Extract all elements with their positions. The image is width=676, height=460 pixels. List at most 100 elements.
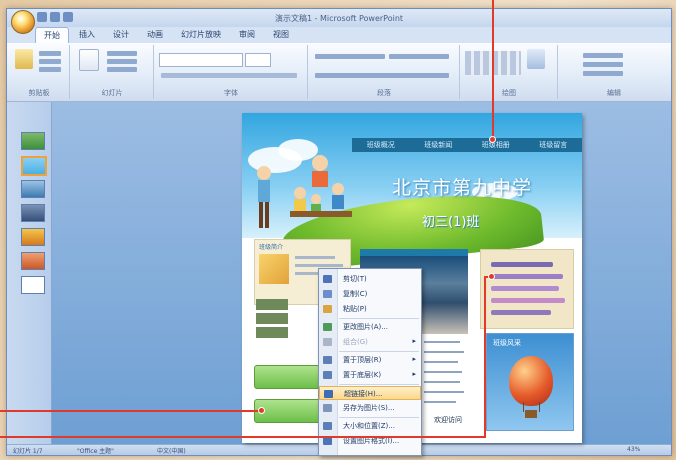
replace-icon[interactable]: [583, 62, 623, 67]
context-menu-item[interactable]: 置于底层(K) ▸: [319, 368, 421, 382]
slide-thumbnail[interactable]: [21, 132, 45, 150]
context-menu-item[interactable]: 另存为图片(S)...: [319, 401, 421, 415]
hot-air-balloon-icon: [509, 356, 553, 406]
annotation-line: [484, 276, 486, 438]
zoom-level[interactable]: 43%: [627, 446, 640, 453]
arrange-icon[interactable]: [527, 49, 545, 69]
list-line[interactable]: [424, 341, 460, 343]
slide-thumbnails-pane: [7, 102, 52, 445]
paragraph-group-label: 段落: [377, 89, 391, 97]
cut-icon[interactable]: [39, 51, 61, 56]
balloon-basket: [525, 410, 537, 418]
student-body: [332, 195, 344, 209]
context-menu-item[interactable]: 粘贴(P): [319, 302, 421, 316]
nav-item[interactable]: 班级相册: [482, 140, 510, 150]
editing-group: 编辑: [559, 45, 669, 99]
list-line[interactable]: [424, 351, 464, 353]
tab-home[interactable]: 开始: [35, 27, 69, 43]
new-slide-icon[interactable]: [79, 49, 99, 71]
slide-thumbnail-selected[interactable]: [21, 156, 47, 176]
select-icon[interactable]: [583, 71, 623, 76]
slide-nav-bar: 班级概况 班级新闻 班级相册 班级留言: [352, 138, 582, 152]
hyperlink-icon: [324, 390, 333, 398]
slide-thumbnail[interactable]: [21, 180, 45, 198]
nav-item[interactable]: 班级新闻: [424, 140, 452, 150]
tab-insert[interactable]: 插入: [71, 27, 103, 43]
balloon-box[interactable]: 班级风采: [486, 333, 574, 431]
menu-block[interactable]: [256, 299, 288, 310]
slide-thumbnail[interactable]: [21, 228, 45, 246]
paste-icon: [323, 305, 332, 313]
size-position-icon: [323, 422, 332, 430]
nav-item[interactable]: 班级概况: [367, 140, 395, 150]
font-size-box[interactable]: [245, 53, 271, 67]
scissors-icon: [323, 275, 332, 283]
tab-slideshow[interactable]: 幻灯片放映: [173, 27, 229, 43]
find-icon[interactable]: [583, 53, 623, 58]
annotation-dot: [489, 136, 496, 143]
student-body: [294, 199, 306, 213]
slide-thumbnail[interactable]: [21, 204, 45, 222]
slide-thumbnail[interactable]: [21, 252, 45, 270]
tab-view[interactable]: 视图: [265, 27, 297, 43]
context-menu-item[interactable]: 大小和位置(Z)...: [319, 419, 421, 433]
list-line[interactable]: [424, 381, 460, 383]
paragraph-group: 段落: [309, 45, 460, 99]
news-bar: [491, 274, 563, 279]
list-line[interactable]: [424, 401, 456, 403]
context-menu-item[interactable]: 复制(C): [319, 287, 421, 301]
context-menu-item-label: 剪切(T): [343, 275, 367, 283]
submenu-arrow-icon: ▸: [412, 370, 416, 378]
student-body: [312, 171, 328, 187]
list-line[interactable]: [424, 361, 458, 363]
font-name-box[interactable]: [159, 53, 243, 67]
green-link-button[interactable]: [254, 365, 326, 389]
news-bar: [491, 286, 559, 291]
list-buttons[interactable]: [315, 54, 385, 59]
student-head: [312, 155, 328, 171]
list-line[interactable]: [424, 371, 462, 373]
menu-block[interactable]: [256, 327, 288, 338]
menu-block[interactable]: [256, 313, 288, 324]
slide-thumbnail[interactable]: [21, 276, 45, 294]
context-menu-item-label: 另存为图片(S)...: [343, 404, 395, 412]
save-picture-icon: [323, 404, 332, 412]
context-menu-item[interactable]: 更改图片(A)...: [319, 320, 421, 334]
copy-icon: [323, 290, 332, 298]
news-panel: [480, 249, 574, 329]
text-direction-buttons[interactable]: [389, 54, 449, 59]
font-format-buttons[interactable]: [161, 73, 297, 78]
paste-icon[interactable]: [15, 49, 33, 69]
slide-count-status: 幻灯片 1/7: [13, 448, 43, 455]
tab-design[interactable]: 设计: [105, 27, 137, 43]
reset-icon[interactable]: [107, 59, 137, 64]
context-menu-item[interactable]: 剪切(T): [319, 272, 421, 286]
drawing-group-label: 绘图: [502, 89, 516, 97]
copy-icon[interactable]: [39, 59, 61, 64]
font-group-label: 字体: [224, 89, 238, 97]
context-menu-item-label: 大小和位置(Z)...: [343, 422, 395, 430]
menu-separator: [339, 318, 419, 319]
delete-slide-icon[interactable]: [107, 67, 137, 72]
nav-item[interactable]: 班级留言: [539, 140, 567, 150]
slides-group: 幻灯片: [71, 45, 154, 99]
student-head: [257, 166, 271, 180]
theme-status: "Office 主题": [77, 448, 114, 455]
editing-group-label: 编辑: [607, 89, 621, 97]
balloon-rope: [539, 402, 540, 412]
align-buttons[interactable]: [315, 73, 449, 78]
context-menu-item[interactable]: 超链接(H)...: [319, 386, 421, 400]
news-bar: [491, 298, 565, 303]
layout-icon[interactable]: [107, 51, 137, 56]
context-menu-item[interactable]: 置于顶层(R) ▸: [319, 353, 421, 367]
news-bar: [491, 262, 553, 267]
format-painter-icon[interactable]: [39, 67, 61, 72]
font-group: 字体: [155, 45, 308, 99]
tab-review[interactable]: 审阅: [231, 27, 263, 43]
list-line[interactable]: [424, 391, 464, 393]
menu-separator: [339, 351, 419, 352]
balloon-box-title: 班级风采: [493, 339, 521, 347]
clipboard-group-label: 剪贴板: [28, 89, 50, 97]
window-title: 演示文稿1 - Microsoft PowerPoint: [274, 14, 404, 23]
tab-animations[interactable]: 动画: [139, 27, 171, 43]
